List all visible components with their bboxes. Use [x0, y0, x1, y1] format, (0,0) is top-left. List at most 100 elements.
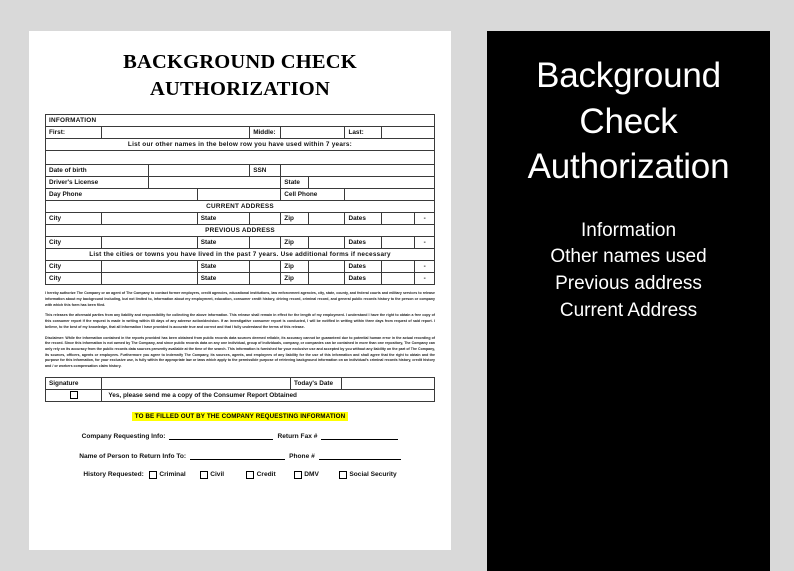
- field-city-previous[interactable]: [101, 236, 198, 250]
- promo-list-item-other-names: Other names used: [550, 246, 707, 268]
- table-row-information-header: INFORMATION: [45, 114, 435, 128]
- checkbox-icon-credit[interactable]: [246, 470, 255, 479]
- label-return-fax: Return Fax #: [277, 432, 318, 440]
- section-header-current-address: CURRENT ADDRESS: [45, 200, 435, 214]
- label-phone: Phone #: [289, 452, 315, 460]
- request-line-company: Company Requesting Info: Return Fax #: [45, 431, 435, 440]
- label-zip-extra-1: Zip: [280, 260, 309, 274]
- history-option-social-security[interactable]: Social Security: [338, 470, 397, 479]
- disclaimer-label: Disclaimer:: [45, 335, 65, 340]
- field-cell-phone[interactable]: [344, 188, 435, 202]
- field-state-extra-2[interactable]: [249, 272, 282, 286]
- field-other-names[interactable]: [45, 150, 435, 166]
- promo-title-line-2: Check: [579, 101, 678, 141]
- label-state-previous: State: [196, 236, 251, 250]
- field-todays-date[interactable]: [340, 376, 436, 390]
- field-dates-current[interactable]: [381, 212, 416, 226]
- field-city-extra-2[interactable]: [101, 272, 198, 286]
- checkbox-icon-dmv[interactable]: [293, 470, 302, 479]
- consent-text: Yes, please send me a copy of the Consum…: [101, 388, 435, 402]
- table-row-other-names-header: List our other names in the below row yo…: [45, 138, 435, 152]
- label-state-current: State: [196, 212, 251, 226]
- field-last-name[interactable]: [381, 126, 435, 140]
- label-zip-current: Zip: [280, 212, 309, 226]
- field-date-of-birth[interactable]: [148, 164, 251, 178]
- field-dates-extra-1[interactable]: [381, 260, 416, 274]
- table-row-consent: Yes, please send me a copy of the Consum…: [44, 388, 435, 402]
- label-state-extra-2: State: [196, 272, 251, 286]
- field-phone[interactable]: [318, 451, 401, 460]
- field-dates-extra-2[interactable]: [381, 272, 416, 286]
- page-title-line-1: BACKGROUND CHECK: [123, 51, 357, 73]
- field-company-requesting[interactable]: [169, 431, 274, 440]
- consent-checkbox-cell[interactable]: [44, 388, 103, 402]
- field-license-state[interactable]: [307, 176, 436, 190]
- field-ssn[interactable]: [280, 164, 435, 178]
- field-city-extra-1[interactable]: [101, 260, 198, 274]
- legal-paragraph-1: I hereby authorize The Company or an age…: [45, 291, 435, 307]
- promo-black-panel: Background Check Authorization Informati…: [487, 31, 770, 571]
- label-ssn: SSN: [249, 164, 282, 178]
- table-row-signature: Signature Today's Date: [44, 376, 436, 390]
- page-title-line-2: AUTHORIZATION: [150, 78, 330, 101]
- checkbox-icon-consent[interactable]: [69, 390, 78, 399]
- label-last: Last:: [344, 126, 383, 140]
- authorization-form-table: INFORMATION First: Middle: Last: List ou…: [44, 114, 436, 286]
- table-row-city-extra-2: City State Zip Dates -: [44, 272, 435, 286]
- request-line-person: Name of Person to Return Info To: Phone …: [45, 451, 435, 460]
- checkbox-icon-criminal[interactable]: [148, 470, 157, 479]
- field-person-return[interactable]: [190, 451, 286, 460]
- history-option-civil[interactable]: Civil: [199, 470, 225, 479]
- company-request-block: Company Requesting Info: Return Fax # Na…: [45, 431, 435, 479]
- field-state-extra-1[interactable]: [249, 260, 282, 274]
- disclaimer-body: While the information contained in the r…: [45, 335, 435, 369]
- field-signature[interactable]: [101, 376, 292, 390]
- table-row-other-names-entry: [45, 150, 435, 166]
- field-state-previous[interactable]: [249, 236, 282, 250]
- dates-dash-current: -: [414, 212, 435, 226]
- history-option-label-civil: Civil: [210, 471, 225, 479]
- table-row-current-address-header: CURRENT ADDRESS: [45, 200, 435, 214]
- field-zip-current[interactable]: [307, 212, 346, 226]
- history-option-criminal[interactable]: Criminal: [148, 470, 186, 479]
- dates-dash-extra-1: -: [414, 260, 435, 274]
- label-license-state: State: [280, 176, 309, 190]
- field-city-current[interactable]: [101, 212, 198, 226]
- table-row-cities-header: List the cities or towns you have lived …: [45, 248, 435, 262]
- legal-text-block: I hereby authorize The Company or an age…: [45, 291, 435, 370]
- label-state-extra-1: State: [196, 260, 251, 274]
- field-zip-previous[interactable]: [307, 236, 346, 250]
- promo-title-line-3: Authorization: [527, 147, 730, 186]
- field-day-phone[interactable]: [196, 188, 282, 202]
- label-zip-extra-2: Zip: [280, 272, 309, 286]
- label-person-return: Name of Person to Return Info To:: [79, 452, 187, 460]
- promo-title: Background Check Authorization: [487, 53, 770, 190]
- table-row-current-address: City State Zip Dates -: [44, 212, 435, 226]
- field-dates-previous[interactable]: [381, 236, 416, 250]
- history-option-dmv[interactable]: DMV: [293, 470, 319, 479]
- legal-paragraph-3: Disclaimer: While the information contai…: [45, 336, 435, 370]
- page-title: BACKGROUND CHECK AUTHORIZATION: [45, 49, 435, 103]
- highlight-banner-wrap: TO BE FILLED OUT BY THE COMPANY REQUESTI…: [45, 405, 435, 423]
- history-option-label-social-security: Social Security: [349, 471, 397, 479]
- table-row-phones: Day Phone Cell Phone: [45, 188, 435, 202]
- promo-list-item-information: Information: [580, 219, 677, 241]
- field-state-current[interactable]: [249, 212, 282, 226]
- field-first-name[interactable]: [101, 126, 251, 140]
- checkbox-icon-social-security[interactable]: [338, 470, 347, 479]
- history-option-label-dmv: DMV: [304, 471, 319, 479]
- field-middle-name[interactable]: [280, 126, 346, 140]
- checkbox-icon-civil[interactable]: [199, 470, 208, 479]
- label-signature: Signature: [44, 376, 103, 390]
- table-row-previous-address-header: PREVIOUS ADDRESS: [45, 224, 435, 238]
- label-dates-current: Dates: [344, 212, 383, 226]
- history-option-credit[interactable]: Credit: [246, 470, 276, 479]
- section-header-other-names: List our other names in the below row yo…: [45, 138, 435, 152]
- label-company-requesting: Company Requesting Info:: [81, 432, 166, 440]
- field-zip-extra-2[interactable]: [307, 272, 346, 286]
- field-drivers-license[interactable]: [148, 176, 282, 190]
- label-cell-phone: Cell Phone: [280, 188, 346, 202]
- label-city-previous: City: [44, 236, 103, 250]
- field-return-fax[interactable]: [321, 431, 399, 440]
- field-zip-extra-1[interactable]: [307, 260, 346, 274]
